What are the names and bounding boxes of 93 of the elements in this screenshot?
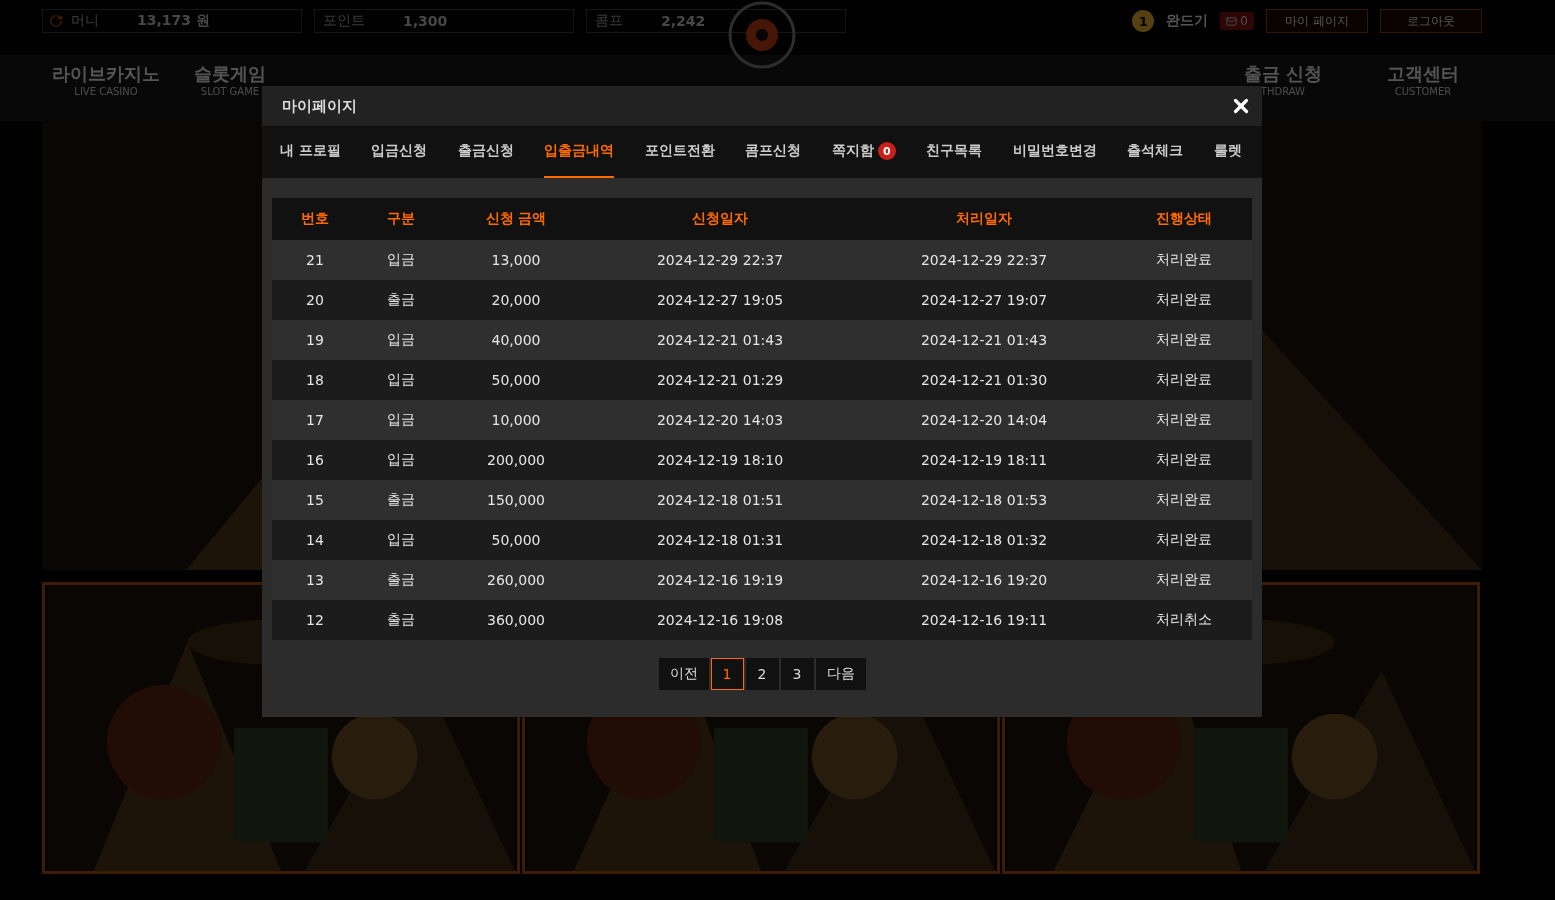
column-header: 구분	[358, 198, 444, 240]
mail-icon	[1226, 15, 1238, 27]
table-cell: 2024-12-19 18:10	[588, 440, 852, 480]
tab[interactable]: 내 프로필	[280, 126, 341, 178]
table-cell: 입금	[358, 520, 444, 560]
table-cell: 처리취소	[1116, 600, 1252, 640]
table-cell: 2024-12-21 01:43	[588, 320, 852, 360]
tab[interactable]: 친구목록	[926, 126, 983, 178]
table-cell: 2024-12-27 19:07	[852, 280, 1116, 320]
table-cell: 2024-12-20 14:04	[852, 400, 1116, 440]
table-cell: 2024-12-16 19:20	[852, 560, 1116, 600]
balance-value: 1,300	[403, 13, 448, 29]
balance-label: 머니	[70, 12, 100, 30]
tab[interactable]: 입금신청	[371, 126, 428, 178]
table-cell: 2024-12-27 19:05	[588, 280, 852, 320]
table-cell: 처리완료	[1116, 360, 1252, 400]
table-cell: 출금	[358, 600, 444, 640]
table-cell: 2024-12-29 22:37	[852, 240, 1116, 280]
table-cell: 20	[272, 280, 358, 320]
next-button[interactable]: 다음	[815, 658, 866, 690]
table-cell: 2024-12-21 01:29	[588, 360, 852, 400]
table-cell: 처리완료	[1116, 320, 1252, 360]
balance-label: 콤프	[594, 12, 624, 30]
table-cell: 2024-12-18 01:53	[852, 480, 1116, 520]
balance-value: 13,173 원	[137, 12, 210, 30]
username: 완드기	[1166, 12, 1209, 30]
table-cell: 2024-12-18 01:31	[588, 520, 852, 560]
count-badge: 0	[877, 142, 896, 160]
table-cell: 15	[272, 480, 358, 520]
table-cell: 입금	[358, 360, 444, 400]
table-cell: 12	[272, 600, 358, 640]
table-cell: 40,000	[444, 320, 588, 360]
table-cell: 입금	[358, 240, 444, 280]
table-cell: 150,000	[444, 480, 588, 520]
table-cell: 2024-12-16 19:08	[588, 600, 852, 640]
table-cell: 200,000	[444, 440, 588, 480]
tab[interactable]: 비밀번호변경	[1012, 126, 1097, 178]
tab[interactable]: 콤프신청	[745, 126, 802, 178]
table-cell: 처리완료	[1116, 440, 1252, 480]
table-cell: 2024-12-19 18:11	[852, 440, 1116, 480]
table-cell: 처리완료	[1116, 520, 1252, 560]
modal-title: 마이페이지	[282, 96, 357, 116]
tab[interactable]: 출금신청	[457, 126, 514, 178]
table-cell: 17	[272, 400, 358, 440]
table-cell: 13,000	[444, 240, 588, 280]
page-button[interactable]: 1	[710, 658, 744, 690]
table-cell: 50,000	[444, 520, 588, 560]
table-cell: 출금	[358, 480, 444, 520]
table-cell: 2024-12-16 19:11	[852, 600, 1116, 640]
tab[interactable]: 입출금내역	[544, 126, 615, 178]
column-header: 처리일자	[852, 198, 1116, 240]
table-cell: 19	[272, 320, 358, 360]
table-cell: 10,000	[444, 400, 588, 440]
table-cell: 입금	[358, 440, 444, 480]
table-cell: 처리완료	[1116, 560, 1252, 600]
table-cell: 처리완료	[1116, 280, 1252, 320]
table-cell: 21	[272, 240, 358, 280]
table-cell: 입금	[358, 400, 444, 440]
tab[interactable]: 룰렛	[1213, 126, 1242, 178]
table-cell: 2024-12-18 01:32	[852, 520, 1116, 560]
table-cell: 20,000	[444, 280, 588, 320]
table-cell: 처리완료	[1116, 400, 1252, 440]
table-cell: 처리완료	[1116, 480, 1252, 520]
table-cell: 출금	[358, 560, 444, 600]
table-cell: 처리완료	[1116, 240, 1252, 280]
table-cell: 출금	[358, 280, 444, 320]
balance-value: 2,242	[661, 13, 706, 29]
table-cell: 2024-12-21 01:43	[852, 320, 1116, 360]
tab[interactable]: 출석체크	[1127, 126, 1184, 178]
table-cell: 2024-12-18 01:51	[588, 480, 852, 520]
table-cell: 14	[272, 520, 358, 560]
column-header: 진행상태	[1116, 198, 1252, 240]
tab[interactable]: 쪽지함 0	[831, 126, 896, 178]
column-header: 번호	[272, 198, 358, 240]
prev-button[interactable]: 이전	[658, 658, 709, 690]
tab[interactable]: 포인트전환	[644, 126, 715, 178]
column-header: 신청일자	[588, 198, 852, 240]
table-cell: 50,000	[444, 360, 588, 400]
table-cell: 입금	[358, 320, 444, 360]
balance-label: 포인트	[322, 12, 366, 30]
table-cell: 2024-12-29 22:37	[588, 240, 852, 280]
page-button[interactable]: 3	[780, 658, 814, 690]
level-badge: 1	[1132, 10, 1155, 32]
table-cell: 260,000	[444, 560, 588, 600]
table-cell: 2024-12-21 01:30	[852, 360, 1116, 400]
table-cell: 2024-12-20 14:03	[588, 400, 852, 440]
table-cell: 2024-12-16 19:19	[588, 560, 852, 600]
page-button[interactable]: 2	[745, 658, 779, 690]
table-cell: 360,000	[444, 600, 588, 640]
table-cell: 13	[272, 560, 358, 600]
column-header: 신청 금액	[444, 198, 588, 240]
table-cell: 18	[272, 360, 358, 400]
table-cell: 16	[272, 440, 358, 480]
